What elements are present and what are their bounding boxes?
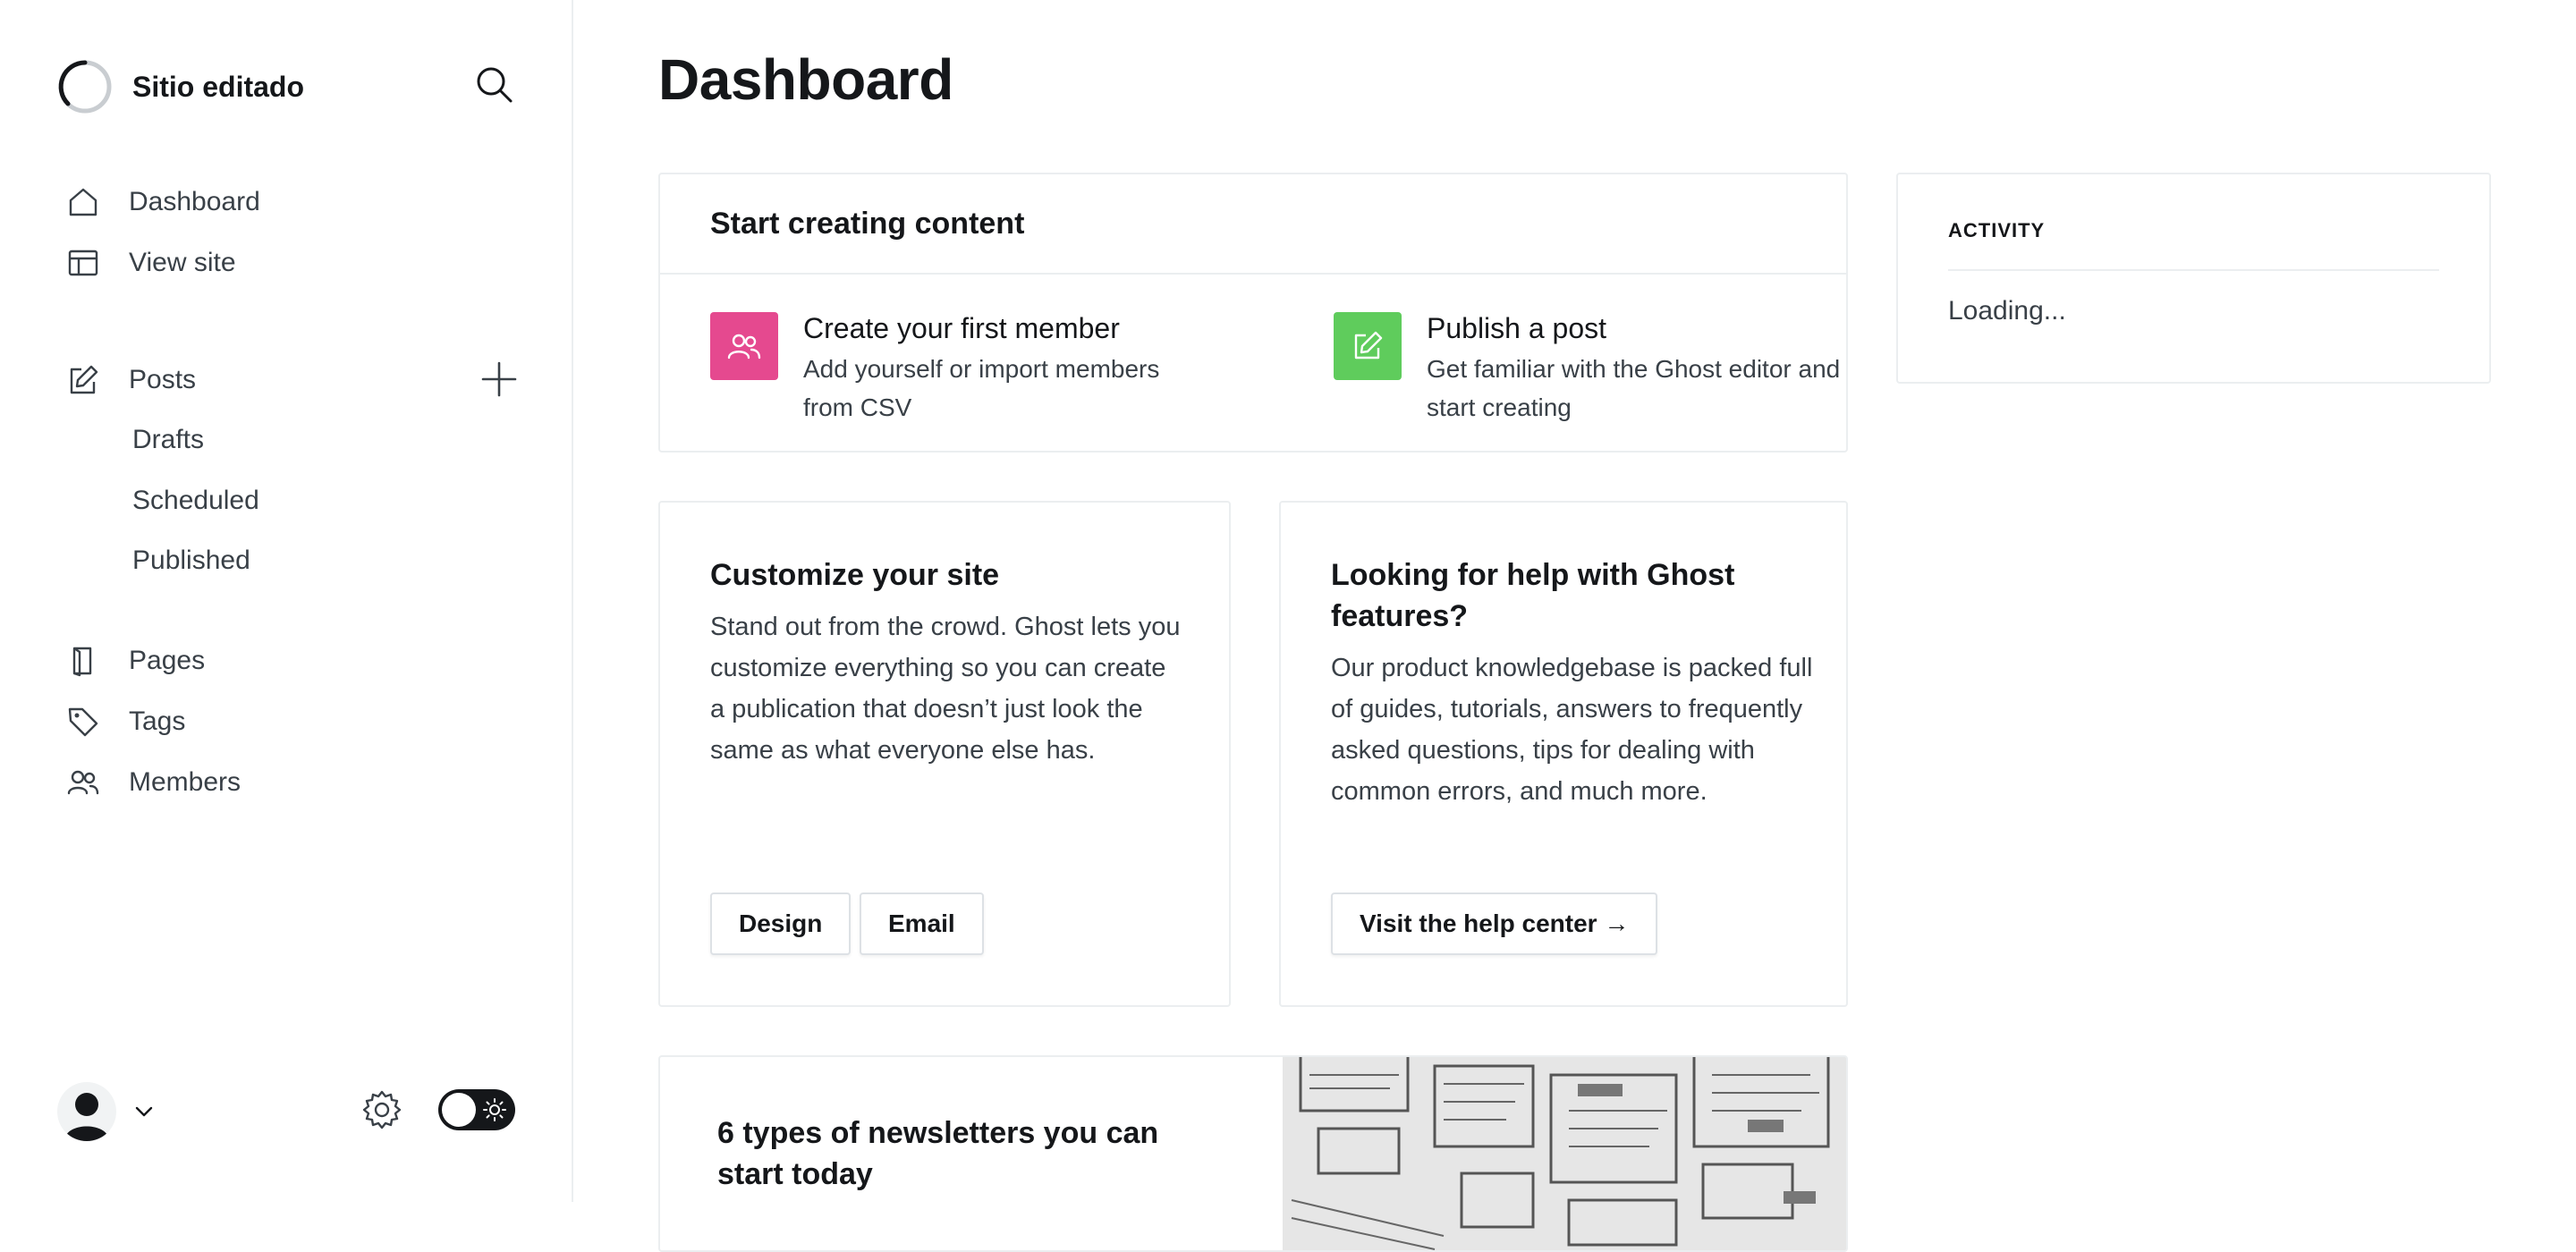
nav-dashboard[interactable]: Dashboard — [66, 177, 260, 227]
nav-view-site[interactable]: View site — [66, 238, 236, 288]
nav-tags-label: Tags — [129, 706, 186, 736]
user-icon — [64, 1093, 109, 1141]
home-icon — [69, 188, 97, 216]
site-name: Sitio editado — [132, 70, 304, 103]
newsletter-card[interactable]: 6 types of newsletters you can start tod… — [658, 1055, 1848, 1252]
nav-members[interactable]: Members — [66, 757, 241, 808]
wireframe-sketch-image — [1283, 1057, 1846, 1250]
main-content: Dashboard Start creating content Create … — [573, 0, 2576, 1252]
card-divider — [660, 273, 1846, 275]
account-menu-button[interactable] — [131, 1098, 157, 1125]
activity-label: ACTIVITY — [1948, 219, 2046, 241]
nav-view-site-label: View site — [129, 248, 236, 277]
design-button[interactable]: Design — [710, 892, 852, 955]
help-title: Looking for help with Ghost features? — [1331, 558, 1735, 633]
nav-dashboard-label: Dashboard — [129, 187, 260, 216]
toggle-knob — [442, 1093, 476, 1127]
site-brand[interactable]: Sitio editado — [57, 57, 304, 116]
layout-icon — [68, 250, 98, 276]
nav-drafts[interactable]: Drafts — [132, 419, 204, 461]
nav-published[interactable]: Published — [132, 540, 250, 581]
activity-card: ACTIVITY Loading... — [1896, 173, 2491, 384]
customize-site-card: Customize your site Stand out from the c… — [658, 501, 1231, 1007]
nav-posts[interactable]: Posts — [66, 355, 196, 405]
page-title: Dashboard — [658, 47, 953, 112]
chevron-down-icon — [135, 1106, 153, 1117]
search-button[interactable] — [472, 63, 517, 107]
tag-icon — [68, 707, 98, 737]
member-action-title: Create your first member — [803, 312, 1120, 344]
plus-icon — [481, 361, 517, 397]
nav-tags[interactable]: Tags — [66, 697, 185, 747]
email-button[interactable]: Email — [860, 892, 984, 955]
customize-body: Stand out from the crowd. Ghost lets you… — [710, 613, 1181, 765]
customize-title: Customize your site — [710, 558, 1000, 592]
page-icon — [72, 647, 92, 677]
members-icon — [67, 770, 99, 795]
search-icon — [477, 67, 513, 103]
theme-toggle[interactable] — [438, 1089, 515, 1130]
member-action-description: Add yourself or import members from CSV — [803, 355, 1160, 421]
activity-status: Loading... — [1948, 296, 2066, 326]
nav-pages[interactable]: Pages — [66, 636, 205, 686]
nav-posts-label: Posts — [129, 365, 197, 394]
activity-divider — [1948, 269, 2439, 271]
add-post-button[interactable] — [479, 360, 519, 399]
help-body: Our product knowledgebase is packed full… — [1331, 654, 1813, 806]
newsletter-title: 6 types of newsletters you can start tod… — [717, 1116, 1159, 1191]
newsletter-image — [1283, 1057, 1846, 1250]
start-creating-card: Start creating content Create your first… — [658, 173, 1848, 453]
post-action-title: Publish a post — [1427, 312, 1607, 344]
edit-icon — [1354, 331, 1383, 360]
members-icon — [727, 334, 761, 360]
start-creating-title: Start creating content — [710, 207, 1025, 241]
gear-icon — [362, 1090, 402, 1129]
edit-icon — [70, 365, 98, 394]
help-center-button[interactable]: Visit the help center → — [1331, 892, 1658, 955]
settings-button[interactable] — [361, 1089, 402, 1130]
help-card: Looking for help with Ghost features? Ou… — [1279, 501, 1848, 1007]
nav-scheduled[interactable]: Scheduled — [132, 480, 259, 521]
sun-icon — [483, 1098, 506, 1121]
site-logo-icon — [58, 60, 112, 114]
nav-pages-label: Pages — [129, 646, 206, 675]
nav-members-label: Members — [129, 767, 242, 797]
member-action-icon-box — [710, 312, 778, 380]
post-action-description: Get familiar with the Ghost editor and s… — [1427, 355, 1841, 421]
user-avatar[interactable] — [57, 1082, 116, 1141]
post-action-icon-box — [1334, 312, 1402, 380]
sidebar: Sitio editado Dashboard View site Posts — [0, 0, 573, 1202]
